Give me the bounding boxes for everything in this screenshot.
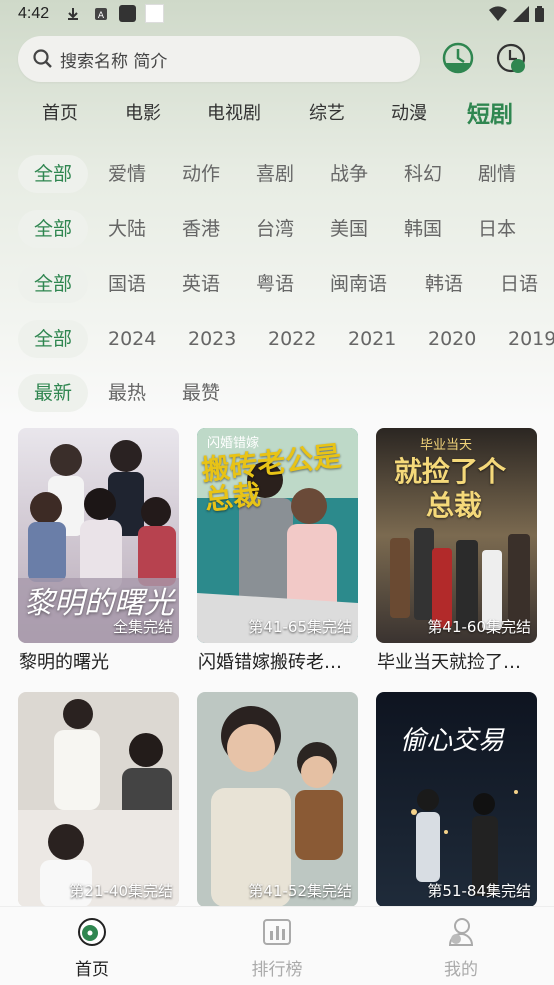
- tab-variety[interactable]: 综艺: [309, 99, 345, 125]
- filter-chip[interactable]: 科幻: [404, 155, 442, 193]
- bottom-nav: 首页 排行榜 我的: [0, 906, 554, 985]
- status-bar: 4:42 A: [0, 0, 554, 30]
- poster-image: 毕业当天 就捡了个 总裁 第41-60集完结: [376, 428, 537, 643]
- filter-row-sort: 最新 最热 最赞: [0, 374, 554, 414]
- episode-badge: 全集完结: [112, 618, 173, 636]
- square-notification-icon: [145, 4, 164, 23]
- filter-chip[interactable]: 国语: [108, 265, 146, 303]
- home-icon: [78, 918, 106, 946]
- filter-chip[interactable]: 2022: [268, 320, 316, 358]
- filter-chip[interactable]: 美国: [330, 210, 368, 248]
- keyboard-icon: A: [95, 8, 107, 21]
- filter-chip-selected[interactable]: 全部: [18, 155, 89, 193]
- sort-chip[interactable]: 最赞: [182, 374, 220, 412]
- episode-badge: 第41-52集完结: [248, 882, 352, 900]
- nav-profile[interactable]: 我的: [421, 917, 501, 980]
- download-icon: [68, 8, 78, 20]
- filter-chip[interactable]: 韩语: [425, 265, 463, 303]
- episode-badge: 第21-40集完结: [69, 882, 173, 900]
- filter-chip[interactable]: 粤语: [256, 265, 294, 303]
- filter-row-region: 全部 大陆 香港 台湾 美国 韩国 日本: [0, 210, 554, 250]
- category-tabs: 首页 电影 电视剧 综艺 动漫 短剧: [0, 95, 554, 135]
- filter-chip-selected[interactable]: 全部: [18, 320, 89, 358]
- sort-chip-selected[interactable]: 最新: [18, 374, 89, 412]
- filter-chip[interactable]: 香港: [182, 210, 220, 248]
- search-input[interactable]: 搜索名称 简介: [18, 36, 420, 82]
- signal-icon: [513, 6, 529, 22]
- tab-short-drama[interactable]: 短剧: [467, 95, 513, 129]
- wifi-icon: [489, 6, 507, 22]
- poster-image: 黎明的曙光 全集完结: [18, 428, 179, 643]
- clock-button[interactable]: [494, 41, 528, 75]
- filter-chip[interactable]: 动作: [182, 155, 220, 193]
- episode-badge: 第41-65集完结: [248, 618, 352, 636]
- filter-chip[interactable]: 剧情: [478, 155, 516, 193]
- svg-text:A: A: [98, 11, 105, 21]
- filter-row-genre: 全部 爱情 动作 喜剧 战争 科幻 剧情: [0, 155, 554, 195]
- filter-chip[interactable]: 日本: [478, 210, 516, 248]
- card-title: 毕业当天就捡了…: [377, 652, 521, 673]
- tab-anime[interactable]: 动漫: [391, 99, 427, 125]
- profile-icon: [448, 918, 474, 946]
- filter-chip[interactable]: 2023: [188, 320, 236, 358]
- app-notification-icon: [119, 5, 136, 22]
- filter-chip[interactable]: 大陆: [108, 210, 146, 248]
- episode-badge: 第51-84集完结: [427, 882, 531, 900]
- tab-movie[interactable]: 电影: [125, 99, 161, 125]
- filter-chip-selected[interactable]: 全部: [18, 210, 89, 248]
- nav-home-label: 首页: [75, 960, 109, 980]
- filter-chip[interactable]: 日语: [500, 265, 538, 303]
- nav-ranking-label: 排行榜: [251, 960, 303, 980]
- filter-chip[interactable]: 爱情: [108, 155, 146, 193]
- filter-row-language: 全部 国语 英语 粤语 闽南语 韩语 日语: [0, 265, 554, 305]
- card-title: 闪婚错嫁搬砖老…: [198, 652, 342, 673]
- filter-row-year: 全部 2024 2023 2022 2021 2020 2019: [0, 320, 554, 360]
- filter-chip[interactable]: 2020: [428, 320, 476, 358]
- filter-chip[interactable]: 闽南语: [330, 265, 387, 303]
- sort-chip[interactable]: 最热: [108, 374, 146, 412]
- poster-image: 偷心交易 第51-84集完结: [376, 692, 537, 907]
- nav-profile-label: 我的: [444, 960, 478, 980]
- poster-image: 闪婚错嫁 搬砖老公是总裁 第41-65集完结: [197, 428, 358, 643]
- episode-badge: 第41-60集完结: [427, 618, 531, 636]
- poster-image: 第21-40集完结: [18, 692, 179, 907]
- filter-chip[interactable]: 韩国: [404, 210, 442, 248]
- filter-chip[interactable]: 战争: [330, 155, 368, 193]
- filter-chip[interactable]: 英语: [182, 265, 220, 303]
- history-button[interactable]: [441, 41, 475, 75]
- filter-chip[interactable]: 喜剧: [256, 155, 294, 193]
- filter-chip-selected[interactable]: 全部: [18, 265, 89, 303]
- filter-chip[interactable]: 2019: [508, 320, 554, 358]
- poster-image: 第41-52集完结: [197, 692, 358, 907]
- nav-ranking[interactable]: 排行榜: [237, 917, 317, 980]
- search-icon: [33, 49, 52, 68]
- battery-icon: [535, 6, 544, 22]
- search-placeholder: 搜索名称 简介: [60, 51, 168, 72]
- filter-chip[interactable]: 2021: [348, 320, 396, 358]
- nav-home[interactable]: 首页: [52, 917, 132, 980]
- filter-chip[interactable]: 2024: [108, 320, 156, 358]
- tab-tv[interactable]: 电视剧: [207, 99, 261, 125]
- ranking-icon: [263, 919, 291, 945]
- status-time: 4:42: [18, 5, 50, 22]
- poster-title-art: 总裁: [426, 489, 483, 522]
- filter-chip[interactable]: 台湾: [256, 210, 294, 248]
- poster-title-art: 偷心交易: [400, 726, 505, 756]
- tab-home[interactable]: 首页: [42, 99, 78, 125]
- card-title: 黎明的曙光: [19, 652, 109, 673]
